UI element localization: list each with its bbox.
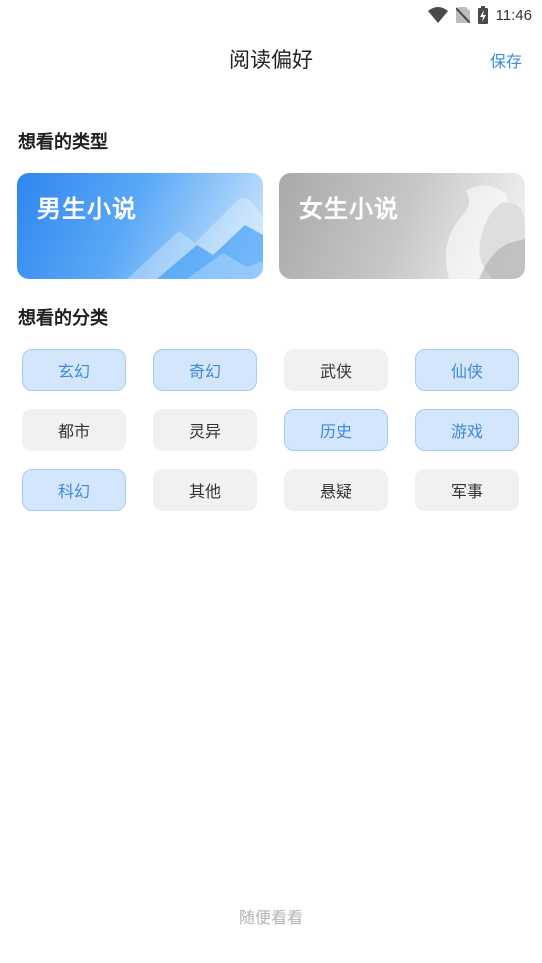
category-chip[interactable]: 其他 bbox=[153, 469, 257, 511]
title-bar: 阅读偏好 保存 bbox=[0, 36, 542, 80]
category-chip[interactable]: 科幻 bbox=[22, 469, 126, 511]
category-chip[interactable]: 游戏 bbox=[415, 409, 519, 451]
wifi-icon bbox=[427, 7, 448, 23]
save-button[interactable]: 保存 bbox=[490, 48, 522, 72]
category-chip[interactable]: 奇幻 bbox=[153, 349, 257, 391]
battery-charging-icon bbox=[477, 6, 488, 24]
category-chip[interactable]: 灵异 bbox=[153, 409, 257, 451]
female-novel-card[interactable]: 女生小说 bbox=[279, 173, 525, 279]
category-chip[interactable]: 军事 bbox=[415, 469, 519, 511]
male-novel-label: 男生小说 bbox=[37, 195, 137, 223]
category-chip[interactable]: 仙侠 bbox=[415, 349, 519, 391]
browse-randomly-button[interactable]: 随便看看 bbox=[0, 904, 542, 928]
category-section-title: 想看的分类 bbox=[18, 308, 108, 329]
page-title: 阅读偏好 bbox=[229, 48, 313, 72]
status-bar: 11:46 bbox=[0, 0, 542, 30]
category-chip[interactable]: 悬疑 bbox=[284, 469, 388, 511]
status-time: 11:46 bbox=[495, 6, 532, 24]
category-chip[interactable]: 武侠 bbox=[284, 349, 388, 391]
category-chip[interactable]: 玄幻 bbox=[22, 349, 126, 391]
no-sim-icon bbox=[455, 7, 470, 23]
type-section-title: 想看的类型 bbox=[18, 132, 108, 153]
male-novel-card[interactable]: 男生小说 bbox=[17, 173, 263, 279]
female-novel-label: 女生小说 bbox=[299, 195, 399, 223]
category-chip[interactable]: 都市 bbox=[22, 409, 126, 451]
category-chip[interactable]: 历史 bbox=[284, 409, 388, 451]
status-icons: 11:46 bbox=[427, 5, 532, 25]
